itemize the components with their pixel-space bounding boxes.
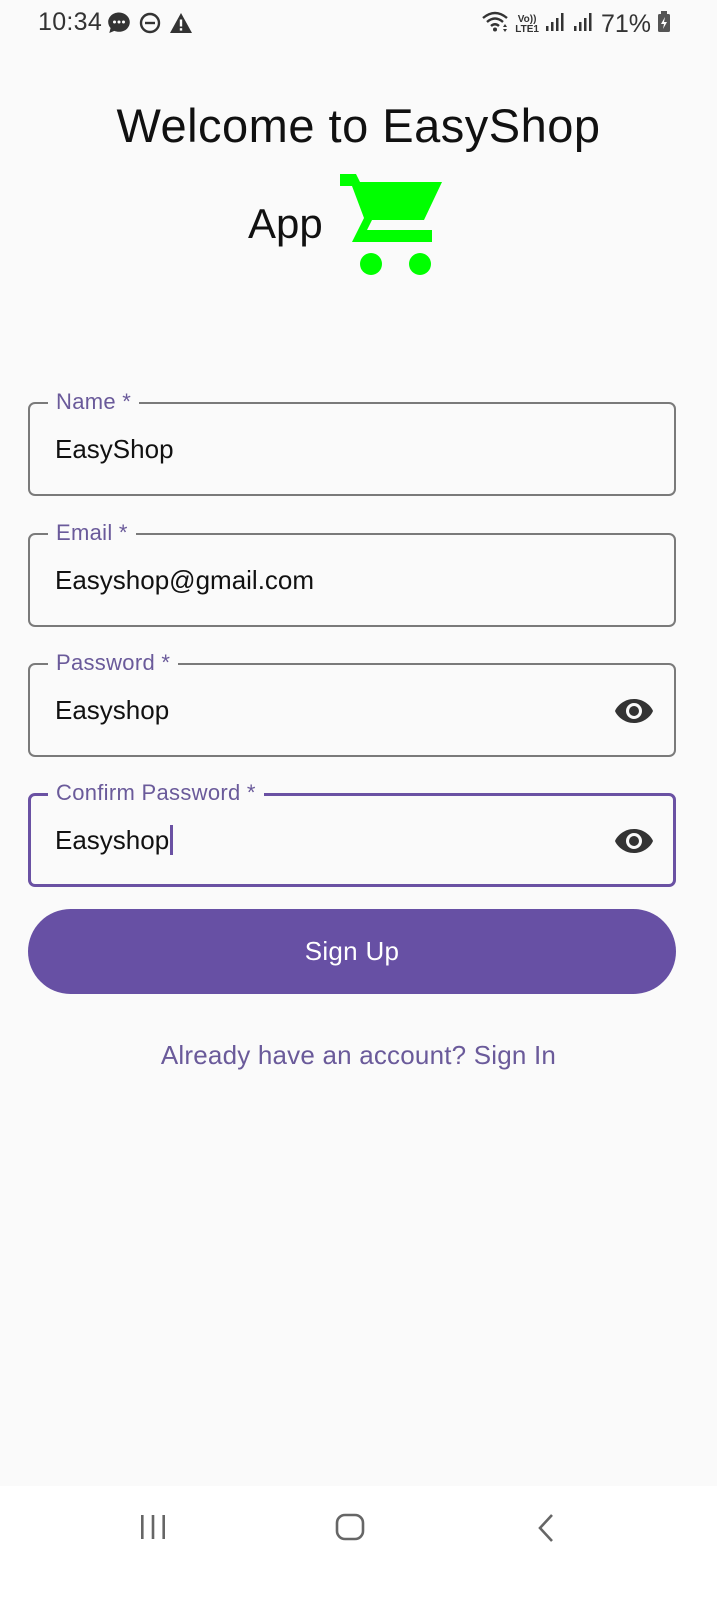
do-not-disturb-icon: [139, 12, 161, 39]
status-time: 10:34: [38, 8, 103, 36]
volte-label-bottom: LTE1: [515, 23, 539, 35]
email-input[interactable]: Easyshop@gmail.com: [55, 565, 314, 596]
page-title-app: App: [248, 200, 323, 247]
status-bar: 10:34 Vo)) LTE1 71%: [0, 0, 717, 48]
page-title: Welcome to EasyShop: [116, 99, 601, 152]
confirm-password-label: Confirm Password *: [48, 780, 264, 806]
recent-apps-icon[interactable]: [138, 1512, 168, 1547]
status-right-icons: Vo)) LTE1 71%: [481, 10, 671, 39]
system-navigation-bar: [0, 1486, 717, 1600]
message-icon: [107, 11, 131, 40]
name-field[interactable]: Name * EasyShop: [28, 389, 676, 496]
password-input[interactable]: Easyshop: [55, 695, 169, 726]
alert-icon: [169, 12, 193, 39]
confirm-password-input[interactable]: Easyshop: [55, 825, 174, 856]
status-notification-icons: [107, 11, 193, 40]
confirm-password-field[interactable]: Confirm Password * Easyshop: [28, 780, 676, 887]
password-visibility-eye-icon[interactable]: [614, 697, 654, 730]
volte-label: Vo)) LTE1: [515, 13, 539, 35]
email-field[interactable]: Email * Easyshop@gmail.com: [28, 520, 676, 627]
name-input[interactable]: EasyShop: [55, 434, 174, 465]
back-icon[interactable]: [534, 1512, 558, 1549]
sign-up-button[interactable]: Sign Up: [28, 909, 676, 994]
password-field[interactable]: Password * Easyshop: [28, 650, 676, 757]
volte-label-top: Vo)): [517, 13, 537, 25]
wifi-icon: [481, 10, 509, 39]
battery-percent: 71%: [600, 10, 651, 38]
sign-in-link[interactable]: Already have an account? Sign In: [0, 1040, 717, 1071]
home-icon[interactable]: [334, 1512, 366, 1547]
confirm-password-value: Easyshop: [55, 825, 170, 855]
password-label: Password *: [48, 650, 179, 676]
name-label: Name *: [48, 389, 140, 415]
text-cursor: [170, 825, 174, 855]
email-label: Email *: [48, 520, 136, 546]
battery-charging-icon: [657, 11, 671, 38]
shopping-cart-icon: [338, 170, 446, 283]
signal-strength-2-icon: [573, 12, 595, 37]
confirm-password-visibility-eye-icon[interactable]: [614, 827, 654, 860]
signal-strength-icon: [545, 12, 567, 37]
